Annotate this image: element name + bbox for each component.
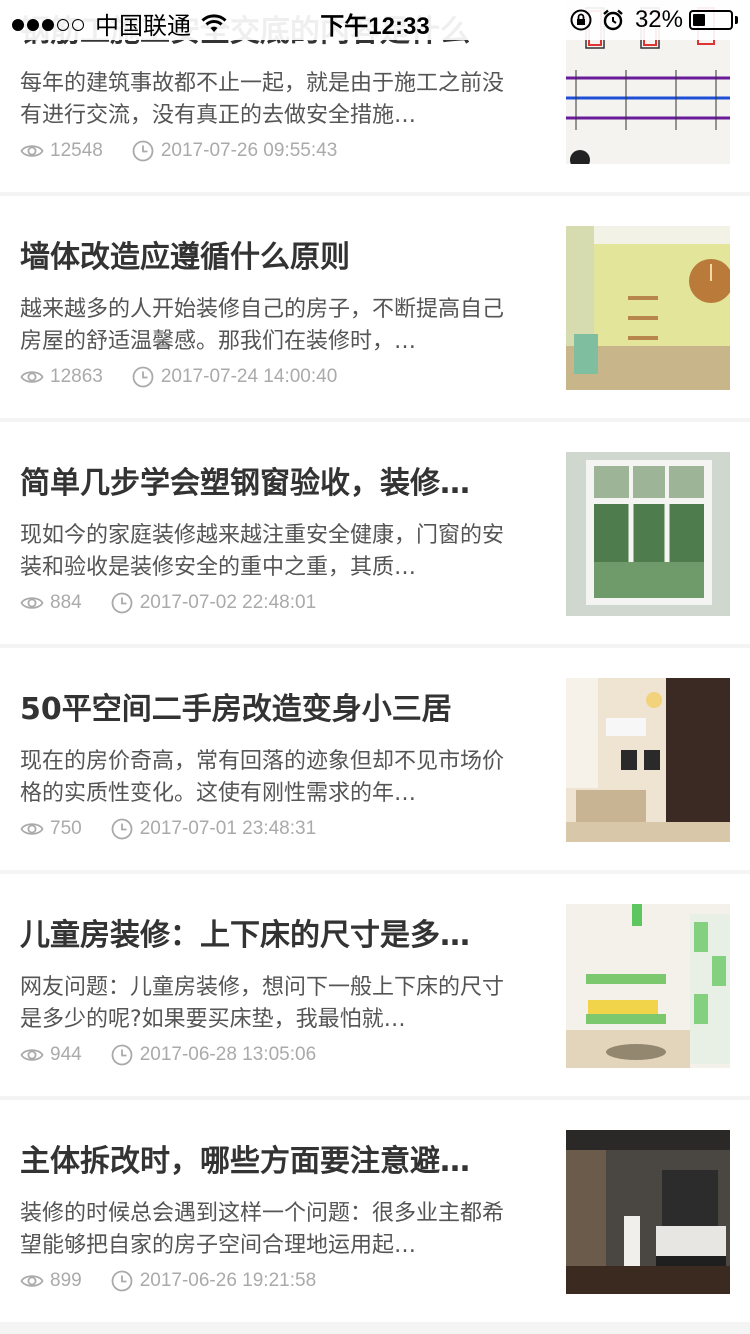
battery-icon [689, 10, 733, 30]
article-meta: 750 2017-07-01 23:48:31 [20, 816, 316, 842]
eye-icon [20, 823, 44, 835]
battery-level [693, 14, 705, 26]
article-summary: 每年的建筑事故都不止一起，就是由于施工之前没有进行交流，没有真正的去做安全措施… [20, 71, 505, 128]
publish-datetime: 2017-06-28 13:05:06 [139, 1044, 317, 1065]
view-count: 750 [50, 818, 82, 839]
article-meta: 944 2017-06-28 13:05:06 [20, 1042, 316, 1068]
article-meta: 884 2017-07-02 22:48:01 [20, 590, 316, 616]
clock-icon [111, 818, 133, 840]
article-summary: 现在的房价奇高，常有回落的迹象但却不见市场价格的实质性变化。这使有刚性需求的年… [20, 749, 505, 806]
article-summary: 现如今的家庭装修越来越注重安全健康，门窗的安装和验收是装修安全的重中之重，其质… [20, 523, 505, 580]
view-count: 12548 [50, 140, 103, 161]
article-meta: 899 2017-06-26 19:21:58 [20, 1268, 316, 1294]
publish-datetime: 2017-07-26 09:55:43 [160, 140, 338, 161]
clock-icon [111, 592, 133, 614]
article-thumbnail-bedroom[interactable] [566, 1130, 730, 1294]
article-item[interactable]: 儿童房装修：上下床的尺寸是多… 网友问题：儿童房装修，想问下一般上下床的尺寸是多… [0, 874, 750, 1096]
article-thumbnail-kids-room[interactable] [566, 904, 730, 1068]
alarm-icon [603, 9, 623, 31]
article-item[interactable]: 简单几步学会塑钢窗验收，装修… 现如今的家庭装修越来越注重安全健康，门窗的安装和… [0, 422, 750, 644]
article-summary: 越来越多的人开始装修自己的房子，不断提高自己房屋的舒适温馨感。那我们在装修时，… [20, 297, 505, 354]
article-title[interactable]: 50平空间二手房改造变身小三居 [20, 690, 510, 732]
view-count: 899 [50, 1270, 82, 1291]
eye-icon [20, 1275, 44, 1287]
article-meta: 12548 2017-07-26 09:55:43 [20, 138, 337, 164]
article-thumbnail-living-room[interactable] [566, 678, 730, 842]
eye-icon [20, 145, 44, 157]
clock-icon [111, 1044, 133, 1066]
view-count: 944 [50, 1044, 82, 1065]
view-count: 12863 [50, 366, 103, 387]
article-thumbnail-green-wall[interactable] [566, 226, 730, 390]
battery-percent: 32% [634, 6, 683, 33]
article-summary: 装修的时候总会遇到这样一个问题：很多业主都希望能够把自家的房子空间合理地运用起… [20, 1201, 505, 1258]
article-item[interactable]: 墙体改造应遵循什么原则 越来越多的人开始装修自己的房子，不断提高自己房屋的舒适温… [0, 196, 750, 418]
view-count: 884 [50, 592, 82, 613]
eye-icon [20, 597, 44, 609]
publish-datetime: 2017-07-01 23:48:31 [139, 818, 317, 839]
battery-tip [735, 16, 738, 24]
article-meta: 12863 2017-07-24 14:00:40 [20, 364, 337, 390]
clock-icon [111, 1270, 133, 1292]
eye-icon [20, 371, 44, 383]
status-right: 32% [569, 6, 738, 34]
article-feed[interactable]: 钢筋工施工安全交底的内容是什么 每年的建筑事故都不止一起，就是由于施工之前没有进… [0, 0, 750, 1326]
article-title[interactable]: 儿童房装修：上下床的尺寸是多… [20, 916, 510, 958]
clock-icon [132, 140, 154, 162]
eye-icon [20, 1049, 44, 1061]
clock-icon [132, 366, 154, 388]
publish-datetime: 2017-07-24 14:00:40 [160, 366, 338, 387]
article-item[interactable]: 主体拆改时，哪些方面要注意避… 装修的时候总会遇到这样一个问题：很多业主都希望能… [0, 1100, 750, 1322]
publish-datetime: 2017-06-26 19:21:58 [139, 1270, 317, 1291]
status-bar: 中国联通 下午12:33 32% [0, 0, 750, 40]
article-title[interactable]: 主体拆改时，哪些方面要注意避… [20, 1142, 510, 1184]
article-item[interactable]: 50平空间二手房改造变身小三居 现在的房价奇高，常有回落的迹象但却不见市场价格的… [0, 648, 750, 870]
article-summary: 网友问题：儿童房装修，想问下一般上下床的尺寸是多少的呢?如果要买床垫，我最怕就… [20, 975, 505, 1032]
article-title[interactable]: 简单几步学会塑钢窗验收，装修… [20, 464, 510, 506]
orientation-lock-icon [570, 9, 592, 31]
article-thumbnail-window[interactable] [566, 452, 730, 616]
article-title[interactable]: 墙体改造应遵循什么原则 [20, 238, 510, 280]
publish-datetime: 2017-07-02 22:48:01 [139, 592, 317, 613]
